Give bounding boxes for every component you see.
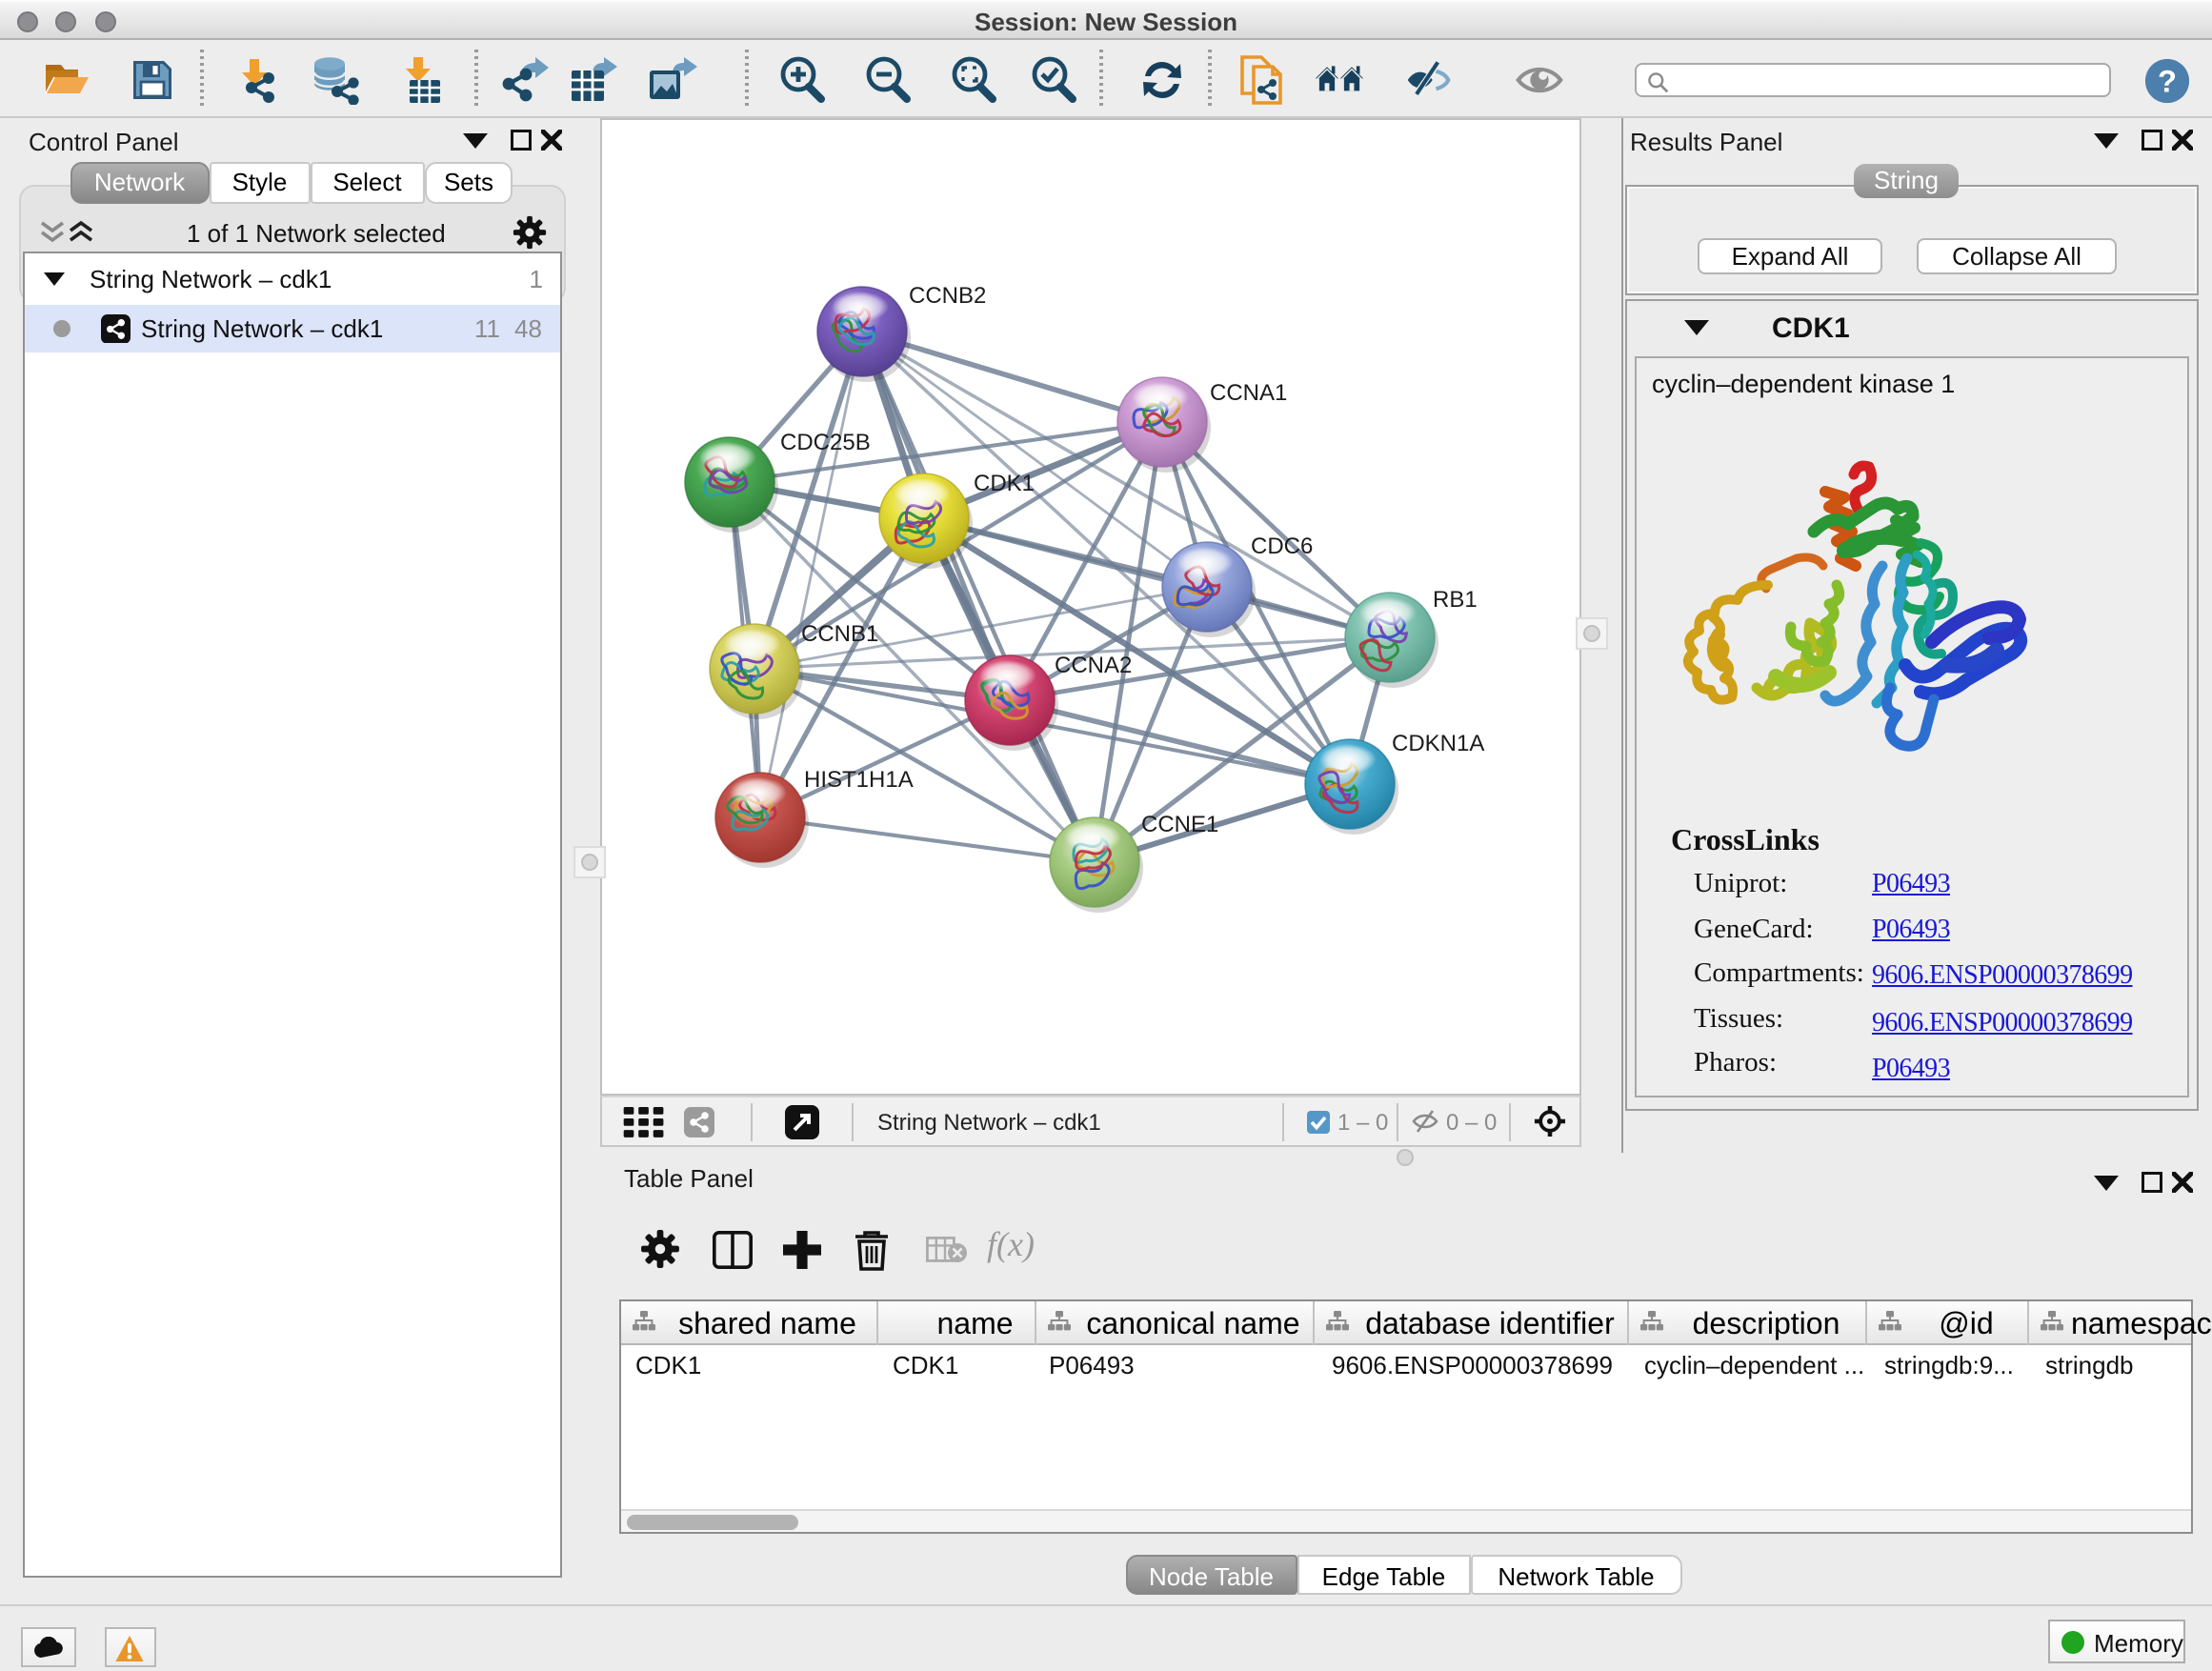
svg-text:RB1: RB1: [1433, 587, 1478, 613]
svg-text:CDC25B: CDC25B: [780, 430, 871, 455]
svg-text:?: ?: [2158, 64, 2177, 99]
svg-text:HIST1H1A: HIST1H1A: [804, 767, 914, 793]
svg-text:CDKN1A: CDKN1A: [1392, 731, 1484, 756]
svg-text:CCNE1: CCNE1: [1141, 812, 1218, 837]
svg-text:CCNB2: CCNB2: [909, 283, 986, 309]
svg-text:CDC6: CDC6: [1251, 534, 1313, 559]
svg-text:CCNA2: CCNA2: [1055, 653, 1132, 678]
svg-text:CCNB1: CCNB1: [801, 621, 878, 647]
svg-text:CDK1: CDK1: [974, 471, 1035, 496]
svg-text:CCNA1: CCNA1: [1210, 380, 1287, 406]
